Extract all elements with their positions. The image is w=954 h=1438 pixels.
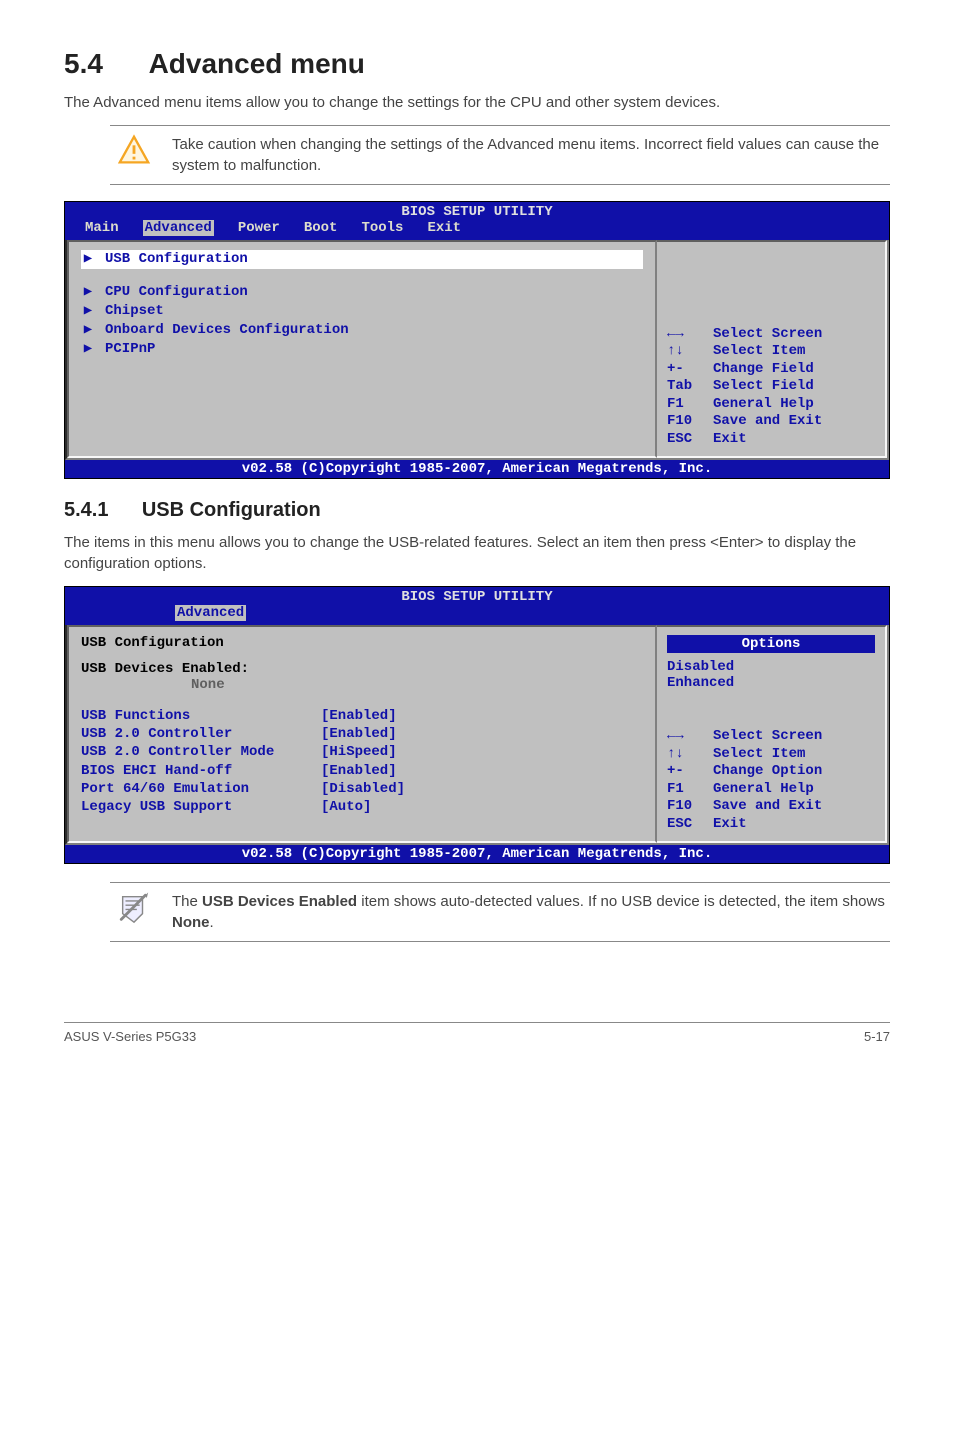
setting-row[interactable]: Legacy USB Support[Auto] xyxy=(81,798,643,816)
section-number: 5.4 xyxy=(64,48,103,79)
bios1-item-label: Chipset xyxy=(105,302,164,321)
tab-advanced[interactable]: Advanced xyxy=(175,605,246,621)
bios2-devices-value: None xyxy=(81,677,643,693)
submenu-arrow-icon: ▶ xyxy=(81,283,95,302)
help-row: ↑↓Select Item xyxy=(667,343,875,361)
help-row: +-Change Option xyxy=(667,763,875,781)
bios1-title: BIOS SETUP UTILITY xyxy=(75,204,879,220)
note-callout: The USB Devices Enabled item shows auto-… xyxy=(110,882,890,942)
tab-exit[interactable]: Exit xyxy=(427,220,461,236)
tab-advanced[interactable]: Advanced xyxy=(143,220,214,236)
tab-boot[interactable]: Boot xyxy=(304,220,338,236)
footer-left: ASUS V-Series P5G33 xyxy=(64,1029,196,1044)
bios1-item-chipset[interactable]: ▶ Chipset xyxy=(81,302,643,321)
option-item[interactable]: Enhanced xyxy=(667,675,875,691)
subsection-number: 5.4.1 xyxy=(64,499,108,521)
bios1-selected-label: USB Configuration xyxy=(105,250,248,269)
subsection-title-text: USB Configuration xyxy=(142,499,321,521)
bios1-copyright: v02.58 (C)Copyright 1985-2007, American … xyxy=(65,460,889,478)
bios2-title: BIOS SETUP UTILITY xyxy=(75,589,879,605)
bios1-item-cpu[interactable]: ▶ CPU Configuration xyxy=(81,283,643,302)
bios1-item-label: CPU Configuration xyxy=(105,283,248,302)
caution-callout: Take caution when changing the settings … xyxy=(110,125,890,185)
bios2-tabs: Advanced xyxy=(75,605,879,623)
setting-row[interactable]: USB 2.0 Controller[Enabled] xyxy=(81,725,643,743)
setting-row[interactable]: Port 64/60 Emulation[Disabled] xyxy=(81,780,643,798)
bios1-item-pcipnp[interactable]: ▶ PCIPnP xyxy=(81,340,643,359)
bios2-options-title: Options xyxy=(667,635,875,653)
help-row: TabSelect Field xyxy=(667,378,875,396)
page-footer: ASUS V-Series P5G33 5-17 xyxy=(64,1022,890,1044)
bios1-item-label: PCIPnP xyxy=(105,340,155,359)
note-text: The USB Devices Enabled item shows auto-… xyxy=(172,891,886,933)
bios2-copyright: v02.58 (C)Copyright 1985-2007, American … xyxy=(65,845,889,863)
setting-row[interactable]: USB 2.0 Controller Mode[HiSpeed] xyxy=(81,743,643,761)
option-item[interactable]: Disabled xyxy=(667,659,875,675)
section-intro: The Advanced menu items allow you to cha… xyxy=(64,92,890,113)
help-row: F10Save and Exit xyxy=(667,798,875,816)
section-title-text: Advanced menu xyxy=(149,48,365,79)
help-row: ESCExit xyxy=(667,816,875,834)
bios1-item-label: Onboard Devices Configuration xyxy=(105,321,349,340)
footer-right: 5-17 xyxy=(864,1029,890,1044)
subsection-intro: The items in this menu allows you to cha… xyxy=(64,532,890,574)
caution-text: Take caution when changing the settings … xyxy=(172,134,886,176)
submenu-arrow-icon: ▶ xyxy=(81,250,95,269)
bios1-tabs: Main Advanced Power Boot Tools Exit xyxy=(75,220,879,238)
help-row: ↑↓Select Item xyxy=(667,746,875,764)
help-row: F1General Help xyxy=(667,781,875,799)
bios2-group-title: USB Configuration xyxy=(81,635,643,651)
submenu-arrow-icon: ▶ xyxy=(81,302,95,321)
setting-row[interactable]: BIOS EHCI Hand-off[Enabled] xyxy=(81,762,643,780)
tab-main[interactable]: Main xyxy=(85,220,119,236)
help-row: ←→Select Screen xyxy=(667,728,875,746)
bios2-devices-label: USB Devices Enabled: xyxy=(81,661,643,677)
bios-screenshot-usb-config: BIOS SETUP UTILITY Advanced USB Configur… xyxy=(64,586,890,864)
note-icon xyxy=(114,891,154,925)
help-row: +-Change Field xyxy=(667,361,875,379)
setting-row[interactable]: USB Functions[Enabled] xyxy=(81,707,643,725)
help-row: ←→Select Screen xyxy=(667,326,875,344)
bios1-item-usb-config[interactable]: ▶ USB Configuration xyxy=(81,250,643,269)
tab-tools[interactable]: Tools xyxy=(361,220,403,236)
submenu-arrow-icon: ▶ xyxy=(81,321,95,340)
subsection-heading: 5.4.1 USB Configuration xyxy=(64,499,890,522)
help-row: ESCExit xyxy=(667,431,875,449)
help-row: F1General Help xyxy=(667,396,875,414)
submenu-arrow-icon: ▶ xyxy=(81,340,95,359)
bios-screenshot-advanced: BIOS SETUP UTILITY Main Advanced Power B… xyxy=(64,201,890,479)
section-heading: 5.4 Advanced menu xyxy=(64,48,890,80)
bios1-item-onboard[interactable]: ▶ Onboard Devices Configuration xyxy=(81,321,643,340)
caution-icon xyxy=(114,134,154,168)
help-row: F10Save and Exit xyxy=(667,413,875,431)
tab-power[interactable]: Power xyxy=(238,220,280,236)
